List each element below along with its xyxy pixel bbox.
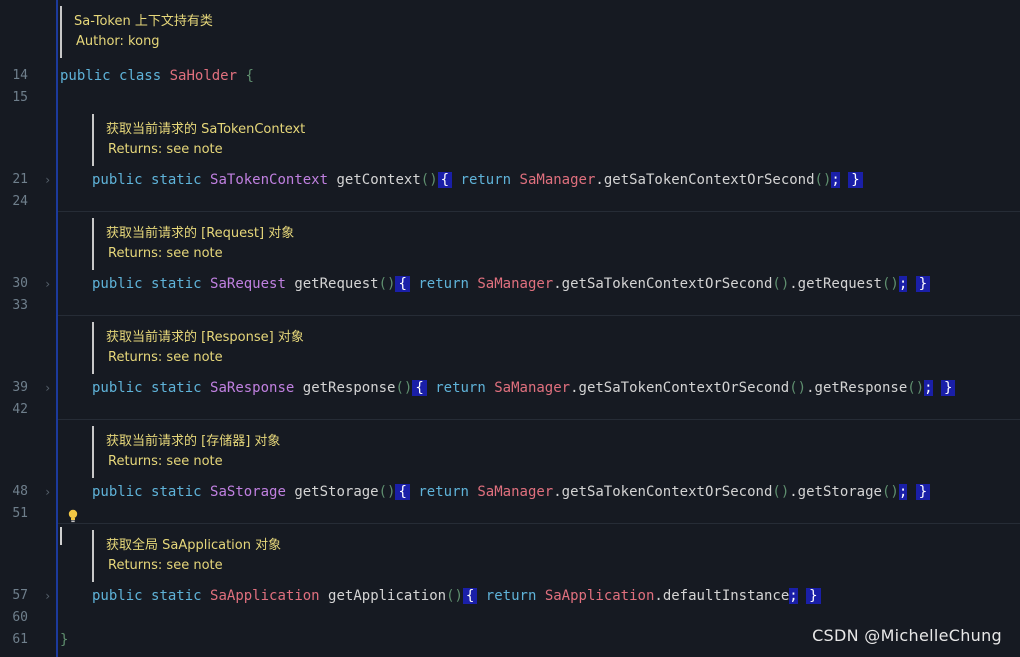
watermark: CSDN @MichelleChung: [812, 626, 1002, 645]
code-line[interactable]: 57 › public static SaApplication getAppl…: [0, 585, 1020, 607]
class-declaration: public class SaHolder {: [60, 68, 254, 84]
divider: [58, 211, 1020, 212]
method-declaration: public static SaApplication getApplicati…: [92, 585, 821, 607]
line-number: 57: [12, 588, 28, 603]
line-number: 33: [12, 298, 28, 313]
divider: [58, 315, 1020, 316]
doc-returns: Returns: see note: [108, 246, 223, 261]
code-line[interactable]: 30 › public static SaRequest getRequest(…: [0, 273, 1020, 295]
code-line[interactable]: 15: [0, 87, 1020, 109]
doc-title: 获取当前请求的 SaTokenContext: [106, 122, 306, 137]
method-declaration: public static SaResponse getResponse(){ …: [92, 377, 956, 399]
line-number: 14: [12, 68, 28, 83]
chevron-right-icon[interactable]: ›: [44, 273, 51, 295]
doc-title: Sa-Token 上下文持有类: [74, 14, 213, 29]
lightbulb-icon[interactable]: [68, 509, 78, 523]
chevron-right-icon[interactable]: ›: [44, 585, 51, 607]
line-number: 42: [12, 402, 28, 417]
line-number: 24: [12, 194, 28, 209]
code-line[interactable]: 42: [0, 399, 1020, 421]
method-doc: 获取当前请求的 [Response] 对象 Returns: see note: [92, 322, 394, 374]
code-line[interactable]: 21 › public static SaTokenContext getCon…: [0, 169, 1020, 191]
doc-title: 获取当前请求的 [Request] 对象: [106, 226, 295, 241]
doc-author: Author: kong: [76, 34, 160, 49]
chevron-right-icon[interactable]: ›: [44, 377, 51, 399]
doc-returns: Returns: see note: [108, 558, 223, 573]
line-number: 30: [12, 276, 28, 291]
line-number: 15: [12, 90, 28, 105]
line-number: 61: [12, 632, 28, 647]
code-line[interactable]: 51: [0, 503, 1020, 525]
closing-brace: }: [60, 632, 69, 648]
method-declaration: public static SaTokenContext getContext(…: [92, 169, 863, 191]
chevron-right-icon[interactable]: ›: [44, 169, 51, 191]
line-number: 21: [12, 172, 28, 187]
method-doc: 获取全局 SaApplication 对象 Returns: see note: [92, 530, 394, 582]
doc-returns: Returns: see note: [108, 454, 223, 469]
divider: [58, 523, 1020, 524]
method-doc: 获取当前请求的 [Request] 对象 Returns: see note: [92, 218, 394, 270]
code-line[interactable]: 48 › public static SaStorage getStorage(…: [0, 481, 1020, 503]
line-number: 60: [12, 610, 28, 625]
doc-returns: Returns: see note: [108, 142, 223, 157]
code-editor[interactable]: Sa-Token 上下文持有类 Author: kong 14 public c…: [0, 0, 1020, 657]
code-line[interactable]: 24: [0, 191, 1020, 213]
doc-title: 获取当前请求的 [存储器] 对象: [106, 434, 281, 449]
doc-returns: Returns: see note: [108, 350, 223, 365]
method-declaration: public static SaRequest getRequest(){ re…: [92, 273, 931, 295]
line-number: 39: [12, 380, 28, 395]
doc-title: 获取全局 SaApplication 对象: [106, 538, 282, 553]
code-line[interactable]: 33: [0, 295, 1020, 317]
code-line[interactable]: 14 public class SaHolder {: [0, 65, 1020, 87]
code-line[interactable]: 39 › public static SaResponse getRespons…: [0, 377, 1020, 399]
method-declaration: public static SaStorage getStorage(){ re…: [92, 481, 931, 503]
method-doc: 获取当前请求的 [存储器] 对象 Returns: see note: [92, 426, 394, 478]
text-cursor: [60, 527, 62, 545]
method-doc: 获取当前请求的 SaTokenContext Returns: see note: [92, 114, 394, 166]
class-doc: Sa-Token 上下文持有类 Author: kong: [60, 6, 362, 58]
chevron-right-icon[interactable]: ›: [44, 481, 51, 503]
line-number: 51: [12, 506, 28, 521]
line-number: 48: [12, 484, 28, 499]
doc-title: 获取当前请求的 [Response] 对象: [106, 330, 304, 345]
divider: [58, 419, 1020, 420]
